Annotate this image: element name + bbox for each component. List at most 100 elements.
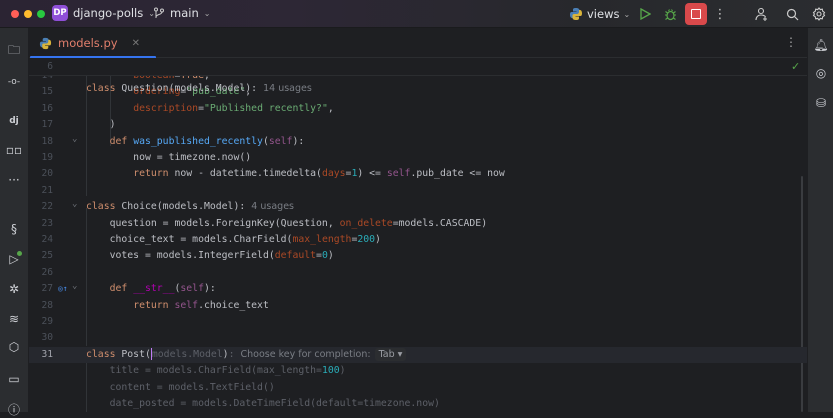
problems-icon[interactable]: ⓘ (5, 400, 23, 418)
code-line[interactable]: 19 now = timezone.now() (29, 150, 807, 166)
code-line[interactable]: 17 ) (29, 117, 807, 133)
completion-key-dropdown[interactable]: Tab ▾ (374, 347, 407, 361)
right-tool-window-bar: 🔔︎ ◎ ⛁ (807, 28, 833, 412)
code-text: class Choice(models.Model): 4 usages (86, 199, 294, 215)
code-line[interactable]: 31 class Post(models.Model): Choose key f… (29, 346, 807, 364)
settings-button[interactable] (810, 4, 828, 24)
close-icon[interactable]: ✕ (132, 38, 140, 49)
line-number: 20 (41, 168, 53, 180)
code-line[interactable]: 30 (29, 330, 807, 346)
code-text: votes = models.IntegerField(default=0) (86, 248, 334, 264)
code-line[interactable]: content = models.TextField() (29, 380, 807, 396)
close-window-button[interactable] (11, 10, 19, 18)
fold-chevron-icon[interactable]: ⌄ (72, 278, 77, 294)
code-token: on_delete (339, 217, 393, 229)
code-line[interactable]: date_posted = models.DateTimeField(defau… (29, 396, 807, 412)
overrides-method-icon[interactable]: ◎↑ (58, 281, 68, 297)
commit-icon[interactable]: -o- (5, 73, 23, 91)
code-line[interactable]: 20 return now - datetime.timedelta(days=… (29, 166, 807, 182)
run-icon[interactable]: ▷ (5, 250, 23, 268)
code-text: content = models.TextField() (86, 380, 275, 396)
project-selector[interactable]: DP django-polls ⌄ (52, 5, 155, 21)
code-text: description="Published recently?", (86, 101, 334, 117)
branch-selector[interactable]: main ⌄ (153, 6, 210, 20)
code-line[interactable]: 28 return self.choice_text (29, 298, 807, 314)
fold-chevron-icon[interactable]: ⌄ (72, 131, 77, 147)
debug-button[interactable] (661, 4, 679, 24)
code-token: content = models.TextField() (86, 381, 275, 393)
terminal-icon[interactable]: ▭ (5, 370, 23, 388)
more-actions-button[interactable]: ⋮ (714, 4, 727, 24)
line-number: 26 (41, 266, 53, 278)
sticky-code: class Question(models.Model): 14 usages (86, 80, 312, 98)
code-text: ) (86, 117, 116, 133)
code-line[interactable]: 22 ⌄ class Choice(models.Model): 4 usages (29, 199, 807, 215)
code-with-me-button[interactable] (753, 4, 771, 24)
line-number: 25 (41, 250, 53, 262)
project-name: django-polls (73, 6, 144, 20)
minimize-window-button[interactable] (24, 10, 32, 18)
search-button[interactable] (783, 4, 801, 24)
code-line[interactable]: 24 choice_text = models.CharField(max_le… (29, 232, 807, 248)
stop-button[interactable] (685, 3, 707, 25)
code-token: 100 (321, 365, 340, 377)
code-token: ) (339, 365, 346, 377)
code-token: 200 (357, 234, 376, 245)
code-token: question = models.ForeignKey(Question, (86, 217, 340, 229)
code-token: days (321, 168, 346, 180)
code-token: ): (203, 283, 216, 295)
code-token: max_length (292, 234, 352, 245)
django-icon[interactable]: dj (5, 112, 23, 130)
code-token: self (268, 135, 293, 147)
database-icon[interactable]: ⛁ (812, 94, 830, 112)
layers-icon[interactable]: ≋ (5, 310, 23, 328)
code-text: def was_published_recently(self): (86, 134, 305, 150)
line-number: 27 (41, 283, 53, 295)
stop-icon (691, 9, 701, 19)
code-token: ) (375, 234, 381, 245)
more-icon[interactable]: ··· (5, 171, 23, 189)
code-token: now = timezone.now() (86, 152, 252, 163)
code-line[interactable]: 16 description="Published recently?", (29, 101, 807, 117)
maximize-window-button[interactable] (37, 10, 45, 18)
code-token: class (86, 201, 122, 213)
code-editor[interactable]: 6 class Question(models.Model): 14 usage… (29, 58, 807, 412)
code-token: ) (327, 250, 334, 262)
folder-icon[interactable]: 🗀 (5, 42, 23, 60)
code-token: ): (292, 135, 305, 147)
code-token: 14 usages (257, 83, 312, 94)
structure-icon[interactable]: ▫▫ (5, 141, 23, 159)
code-line[interactable]: 26 (29, 265, 807, 281)
notifications-icon[interactable]: 🔔︎ (812, 36, 830, 54)
code-token: Question(models.Model): (121, 83, 258, 94)
code-text: def __str__(self): (86, 281, 216, 297)
run-button[interactable] (636, 4, 654, 24)
debug-icon[interactable]: ✲ (5, 280, 23, 298)
code-text: return self.choice_text (86, 298, 269, 314)
code-line[interactable]: 25 votes = models.IntegerField(default=0… (29, 248, 807, 264)
code-token: models.Model (151, 348, 223, 360)
tab-models-py[interactable]: models.py ✕ (29, 28, 156, 59)
ai-assistant-icon[interactable]: ◎ (812, 64, 830, 82)
code-line[interactable]: 29 (29, 314, 807, 330)
code-line[interactable]: title = models.CharField(max_length=100) (29, 363, 807, 379)
code-line[interactable]: 27 ⌄ ◎↑ def __str__(self): (29, 281, 807, 297)
run-config-name: views (587, 7, 620, 21)
line-number: 21 (41, 184, 53, 196)
fold-chevron-icon[interactable]: ⌄ (72, 196, 77, 212)
code-line[interactable]: 21 (29, 183, 807, 199)
git-branch-icon (154, 7, 164, 18)
services-icon[interactable]: ⬡ (5, 338, 23, 356)
code-text: now = timezone.now() (86, 150, 251, 166)
python-console-icon[interactable]: § (5, 220, 23, 238)
code-token: default (274, 250, 317, 262)
sticky-header-line[interactable]: 6 class Question(models.Model): 14 usage… (29, 58, 807, 94)
tab-options-button[interactable]: ⋮ (785, 35, 797, 49)
code-line[interactable]: 23 question = models.ForeignKey(Question… (29, 216, 807, 232)
code-line[interactable]: 18 ⌄ def was_published_recently(self): (29, 134, 807, 150)
run-config-selector[interactable]: views ⌄ (569, 4, 630, 24)
